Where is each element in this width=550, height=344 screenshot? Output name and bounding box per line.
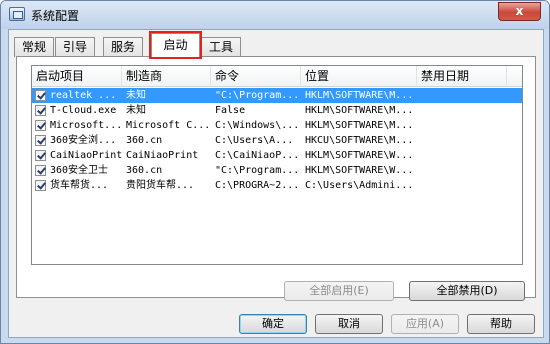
cell-disabled-date — [421, 133, 509, 148]
column-header-command[interactable]: 命令 — [211, 66, 301, 87]
cell-manufacturer: 未知 — [126, 105, 146, 116]
startup-item-checkbox[interactable] — [35, 150, 46, 161]
tab-boot[interactable]: 引导 — [55, 37, 95, 57]
system-config-icon — [9, 7, 25, 21]
apply-button[interactable]: 应用(A) — [391, 314, 459, 334]
disable-all-button[interactable]: 全部禁用(D) — [409, 281, 525, 301]
cell-command: C:\Users\A... — [215, 135, 294, 146]
window-title: 系统配置 — [31, 9, 80, 23]
cell-location: C:\Users\Admini... — [305, 180, 414, 191]
table-row[interactable]: CaiNiaoPrint CaiNiaoPrint C:\CaiNiaoP... HK… — [32, 148, 522, 163]
cell-location: HKLM\SOFTWARE\W... — [305, 165, 414, 176]
list-header: 启动项目 制造商 命令 位置 禁用日期 — [32, 66, 522, 87]
startup-item-checkbox[interactable] — [35, 90, 46, 101]
ok-button[interactable]: 确定 — [239, 314, 307, 334]
cell-location: HKLM\SOFTWARE\M... — [305, 105, 414, 116]
cell-startup-item: T-Cloud.exe — [50, 105, 117, 116]
tab-general[interactable]: 常规 — [14, 37, 54, 57]
column-header-disabled-date[interactable]: 禁用日期 — [417, 66, 507, 87]
cell-manufacturer: 贵阳货车帮... — [126, 180, 195, 191]
column-header-location[interactable]: 位置 — [301, 66, 417, 87]
cell-manufacturer: Microsoft C... — [126, 120, 211, 131]
tab-tools[interactable]: 工具 — [201, 37, 241, 57]
dialog-client-area: 常规 引导 服务 启动 工具 启动项目 制造商 命令 位置 禁用日期 realt… — [8, 29, 544, 338]
cell-manufacturer: 360.cn — [126, 135, 163, 146]
cell-manufacturer: 未知 — [126, 90, 146, 101]
cell-disabled-date — [421, 178, 509, 193]
cell-command: C:\PROGRA~2... — [215, 180, 300, 191]
enable-all-button[interactable]: 全部启用(E) — [284, 281, 394, 301]
tab-services[interactable]: 服务 — [103, 37, 143, 57]
title-bar[interactable]: 系统配置 x — [1, 1, 549, 29]
table-row[interactable]: 360安全卫士 360.cn "C:\Program... HKLM\SOFTWARE… — [32, 163, 522, 178]
cell-startup-item: CaiNiaoPrint — [50, 150, 123, 161]
cell-location: HKLM\SOFTWARE\W... — [305, 150, 414, 161]
table-row[interactable]: Microsoft... Microsoft C... C:\Windows\...… — [32, 118, 522, 133]
startup-item-checkbox[interactable] — [35, 135, 46, 146]
table-row[interactable]: 360安全浏... 360.cn C:\Users\A... HKCU\SOFTWAR… — [32, 133, 522, 148]
cell-command: False — [215, 105, 246, 116]
startup-items-list[interactable]: 启动项目 制造商 命令 位置 禁用日期 realtek ... 未知 "C:\Pro… — [31, 65, 523, 265]
cell-disabled-date — [421, 88, 509, 103]
cell-disabled-date — [421, 103, 509, 118]
cell-command: C:\CaiNiaoP... — [215, 150, 300, 161]
table-row[interactable]: realtek ... 未知 "C:\Program... HKLM\SOFTWARE… — [32, 88, 522, 103]
cell-disabled-date — [421, 118, 509, 133]
cell-location: HKLM\SOFTWARE\M... — [305, 120, 414, 131]
column-header-startup-item[interactable]: 启动项目 — [32, 66, 122, 87]
cell-startup-item: 360安全浏... — [50, 135, 117, 146]
cell-disabled-date — [421, 163, 509, 178]
startup-item-checkbox[interactable] — [35, 165, 46, 176]
cell-location: HKCU\SOFTWARE\M... — [305, 135, 414, 146]
system-config-window: 系统配置 x 常规 引导 服务 启动 工具 启动项目 制造商 命令 位置 禁用日… — [0, 0, 550, 344]
cell-command: "C:\Program... — [215, 90, 300, 101]
cell-disabled-date — [421, 148, 509, 163]
tab-startup[interactable]: 启动 — [151, 33, 200, 58]
cell-startup-item: 360安全卫士 — [50, 165, 109, 176]
startup-item-checkbox[interactable] — [35, 120, 46, 131]
table-row[interactable]: T-Cloud.exe 未知 False HKLM\SOFTWARE\M... — [32, 103, 522, 118]
close-button[interactable]: x — [498, 2, 541, 21]
cell-command: C:\Windows\... — [215, 120, 300, 131]
cancel-button[interactable]: 取消 — [315, 314, 383, 334]
help-button[interactable]: 帮助 — [467, 314, 535, 334]
cell-startup-item: realtek ... — [50, 90, 117, 101]
startup-tab-panel: 启动项目 制造商 命令 位置 禁用日期 realtek ... 未知 "C:\Pro… — [16, 56, 536, 301]
table-row[interactable]: 货车帮货... 贵阳货车帮... C:\PROGRA~2... C:\Users\Ad… — [32, 178, 522, 193]
cell-manufacturer: 360.cn — [126, 165, 163, 176]
cell-manufacturer: CaiNiaoPrint — [126, 150, 199, 161]
startup-item-checkbox[interactable] — [35, 180, 46, 191]
startup-item-checkbox[interactable] — [35, 105, 46, 116]
cell-startup-item: 货车帮货... — [50, 180, 109, 191]
cell-command: "C:\Program... — [215, 165, 300, 176]
cell-startup-item: Microsoft... — [50, 120, 123, 131]
cell-location: HKLM\SOFTWARE\M... — [305, 90, 414, 101]
column-header-manufacturer[interactable]: 制造商 — [122, 66, 211, 87]
